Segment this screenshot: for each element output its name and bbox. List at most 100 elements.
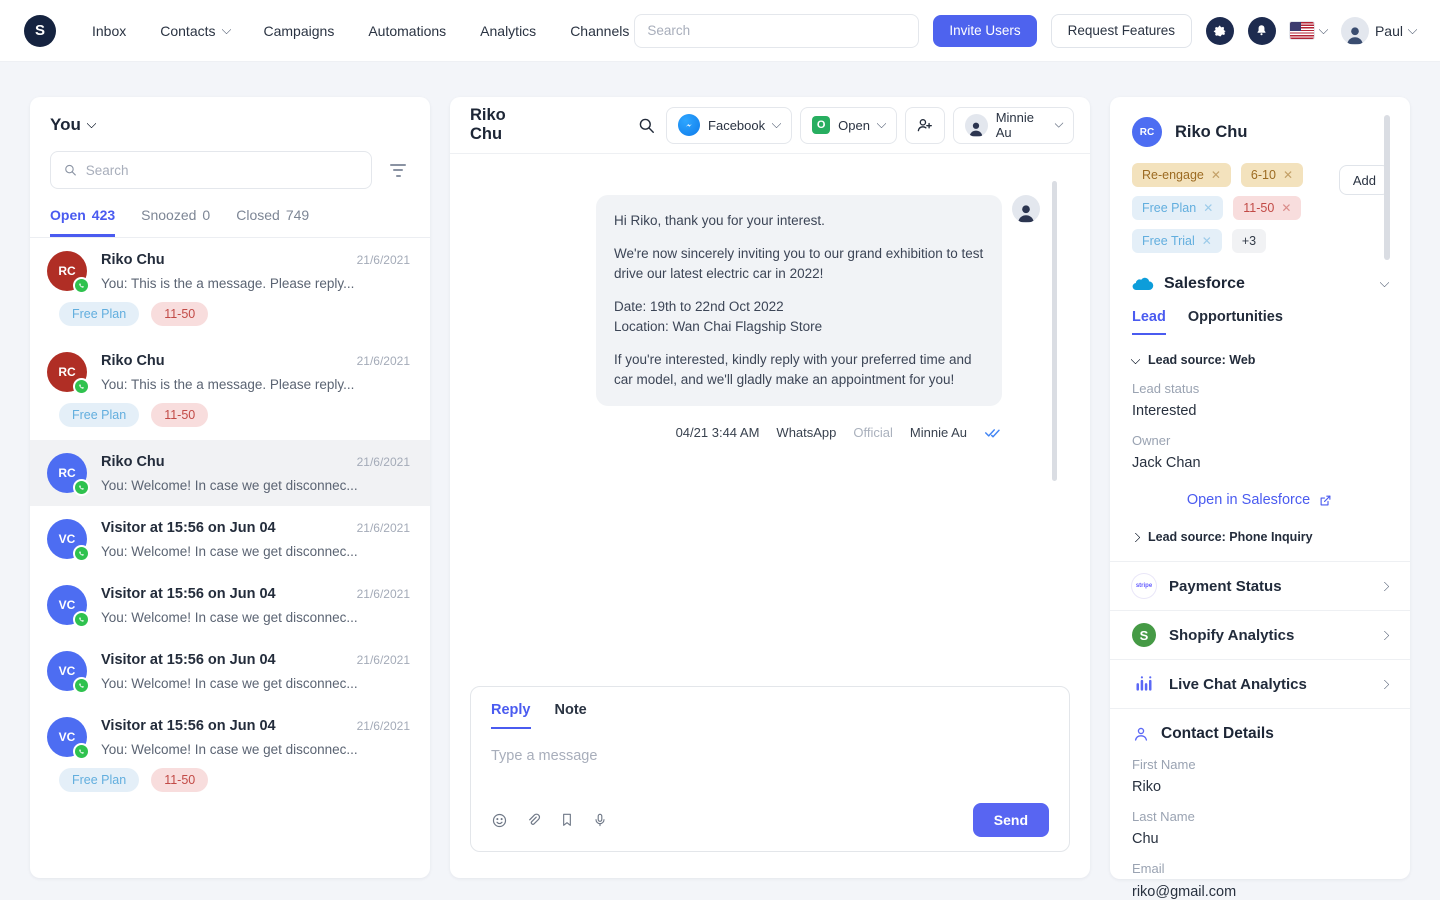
invite-users-button[interactable]: Invite Users [933,15,1036,47]
email-value: riko@gmail.com [1132,884,1236,900]
chevron-down-icon [1408,24,1418,34]
open-in-salesforce-link[interactable]: Open in Salesforce [1132,492,1388,508]
add-collaborator-icon[interactable] [905,107,945,144]
top-navigation: S Inbox Contacts Campaigns Automations A… [0,0,1440,62]
shopify-analytics-section[interactable]: S Shopify Analytics [1132,611,1388,659]
whatsapp-badge-icon [73,677,90,694]
assignee-avatar [965,114,988,137]
nav-channels[interactable]: Channels [570,23,629,39]
nav-contacts[interactable]: Contacts [160,23,229,39]
contact-avatar: VC [47,519,87,559]
message-input[interactable] [491,748,1049,764]
chevron-right-icon [1380,630,1390,640]
conversation-name: Visitor at 15:56 on Jun 04 [101,586,276,602]
conversation-item[interactable]: RC Riko Chu21/6/2021 You: This is the a … [30,238,430,339]
field-label: Email [1132,861,1388,876]
remove-tag-icon[interactable]: ✕ [1283,168,1293,182]
assignee-select[interactable]: Minnie Au [953,107,1074,144]
tag-11-50: 11-50 [151,768,208,792]
nav-campaigns[interactable]: Campaigns [264,23,335,39]
field-label: Owner [1132,433,1388,448]
user-avatar [1341,17,1369,45]
profile-name: Riko Chu [1175,123,1247,142]
inbox-search[interactable] [50,151,372,189]
tag-re-engage[interactable]: Re-engage✕ [1132,163,1231,187]
tag-6-10[interactable]: 6-10✕ [1241,163,1303,187]
profile-scrollbar[interactable] [1384,115,1390,260]
remove-tag-icon[interactable]: ✕ [1211,168,1221,182]
chat-panel: Riko Chu Facebook O Open Minnie Au [450,97,1090,878]
tab-snoozed[interactable]: Snoozed0 [141,207,210,237]
conversation-item-selected[interactable]: RC Riko Chu21/6/2021 You: Welcome! In ca… [30,440,430,506]
salesforce-cloud-icon [1132,276,1155,292]
conversation-item[interactable]: VC Visitor at 15:56 on Jun 0421/6/2021 Y… [30,704,430,805]
tag-free-plan[interactable]: Free Plan✕ [1132,196,1223,220]
microphone-icon[interactable] [592,812,608,828]
logo-letter: S [35,22,45,39]
tag-free-trial[interactable]: Free Trial✕ [1132,229,1222,253]
tab-closed[interactable]: Closed749 [236,207,309,237]
nav-automations[interactable]: Automations [368,23,446,39]
chevron-down-icon [1054,119,1064,129]
live-chat-analytics-section[interactable]: Live Chat Analytics [1132,660,1388,708]
chat-scrollbar[interactable] [1052,181,1057,481]
inbox-search-input[interactable] [86,163,359,178]
saved-replies-bookmark-icon[interactable] [559,812,575,828]
channel-select[interactable]: Facebook [666,107,792,144]
tag-more-count[interactable]: +3 [1232,229,1266,253]
notifications-bell-icon[interactable] [1248,17,1276,45]
nav-inbox[interactable]: Inbox [92,23,126,39]
user-name: Paul [1375,23,1403,39]
payment-status-section[interactable]: stripe Payment Status [1132,562,1388,610]
us-flag-icon [1290,22,1314,39]
conversation-item[interactable]: VC Visitor at 15:56 on Jun 04 21/6/2021 Y… [30,506,430,572]
emoji-icon[interactable] [491,812,508,829]
lead-source-web-group[interactable]: Lead source: Web [1132,353,1388,367]
lead-source-phone-group[interactable]: Lead source: Phone Inquiry [1132,530,1388,544]
nav-analytics[interactable]: Analytics [480,23,536,39]
tag-11-50: 11-50 [151,403,208,427]
settings-gear-icon[interactable] [1206,17,1234,45]
add-tag-button[interactable]: Add [1339,165,1390,195]
request-features-button[interactable]: Request Features [1051,14,1192,48]
language-selector[interactable] [1290,22,1327,39]
profile-panel: RC Riko Chu Re-engage✕ 6-10✕ Free Plan✕ … [1110,97,1410,879]
tab-note[interactable]: Note [555,702,587,729]
whatsapp-badge-icon [73,743,90,760]
chevron-down-icon [1380,278,1390,288]
whatsapp-badge-icon [73,277,90,294]
chat-search-icon[interactable] [637,116,656,135]
attachment-icon[interactable] [525,812,542,829]
conversation-date: 21/6/2021 [357,521,410,535]
inbox-owner-filter[interactable]: You [50,115,410,135]
tab-opportunities[interactable]: Opportunities [1188,309,1283,335]
conversation-preview: You: Welcome! In case we get disconnec..… [101,544,410,559]
tag-11-50: 11-50 [151,302,208,326]
conversation-preview: You: This is the a message. Please reply… [101,276,410,291]
tab-lead[interactable]: Lead [1132,309,1166,335]
remove-tag-icon[interactable]: ✕ [1203,201,1213,215]
sender-avatar [1012,195,1040,223]
conversation-date: 21/6/2021 [357,653,410,667]
remove-tag-icon[interactable]: ✕ [1281,201,1291,215]
conversation-item[interactable]: RC Riko Chu21/6/2021 You: This is the a … [30,339,430,440]
conversation-item[interactable]: VC Visitor at 15:56 on Jun 0421/6/2021 Y… [30,572,430,638]
conversation-item[interactable]: VC Visitor at 15:56 on Jun 0421/6/2021 Y… [30,638,430,704]
chevron-down-icon [86,119,96,129]
profile-panel-wrap: RC Riko Chu Re-engage✕ 6-10✕ Free Plan✕ … [1110,97,1410,900]
global-search-input[interactable] [647,23,906,38]
app-logo[interactable]: S [24,15,56,47]
tab-reply[interactable]: Reply [491,702,531,729]
salesforce-section-header[interactable]: Salesforce [1132,275,1388,293]
remove-tag-icon[interactable]: ✕ [1202,234,1212,248]
tag-11-50[interactable]: 11-50✕ [1233,196,1301,220]
filter-icon[interactable] [386,160,410,181]
tab-open[interactable]: Open423 [50,207,115,237]
external-link-icon [1318,493,1333,508]
send-button[interactable]: Send [973,803,1049,837]
field-label: Lead status [1132,381,1388,396]
conversation-name: Visitor at 15:56 on Jun 04 [101,520,276,536]
status-select[interactable]: O Open [800,107,897,144]
global-search[interactable] [634,14,919,48]
user-menu[interactable]: Paul [1341,17,1416,45]
